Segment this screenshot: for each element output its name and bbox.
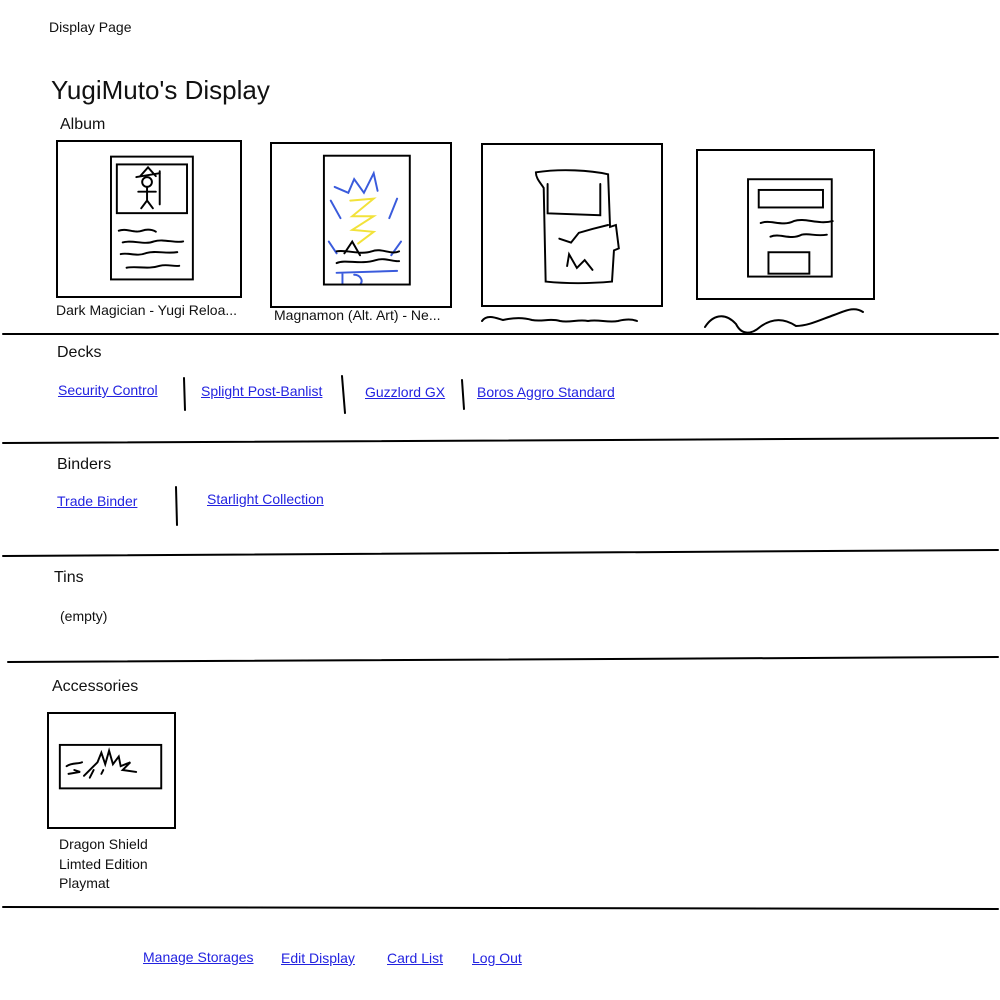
deck-link-security-control[interactable]: Security Control xyxy=(58,382,158,398)
binder-link-trade-binder[interactable]: Trade Binder xyxy=(57,493,137,509)
playmat-sketch-icon xyxy=(58,743,163,790)
link-separator xyxy=(175,486,178,526)
caption-scribble xyxy=(481,316,638,323)
album-card-thumbnail[interactable] xyxy=(481,143,663,307)
album-heading: Album xyxy=(60,116,106,133)
section-divider xyxy=(7,656,999,663)
manage-storages-link[interactable]: Manage Storages xyxy=(143,949,254,965)
link-separator xyxy=(183,377,186,411)
album-caption: Dark Magician - Yugi Reloa... xyxy=(56,302,238,318)
section-divider xyxy=(2,549,999,557)
page-title: YugiMuto's Display xyxy=(51,75,270,105)
tins-empty-text: (empty) xyxy=(60,608,108,624)
accessory-thumbnail[interactable] xyxy=(47,712,176,829)
section-divider xyxy=(2,906,999,910)
decks-heading: Decks xyxy=(57,344,102,361)
tins-heading: Tins xyxy=(54,569,84,586)
card-sketch-icon xyxy=(322,154,411,286)
accessory-caption-line: Limted Edition xyxy=(59,856,148,872)
accessories-heading: Accessories xyxy=(52,678,139,695)
album-caption: Magnamon (Alt. Art) - Ne... xyxy=(274,307,441,323)
binders-heading: Binders xyxy=(57,456,112,473)
section-divider xyxy=(2,437,999,444)
card-list-link[interactable]: Card List xyxy=(387,950,443,966)
album-card-thumbnail[interactable] xyxy=(270,142,452,308)
link-separator xyxy=(341,375,346,414)
edit-display-link[interactable]: Edit Display xyxy=(281,950,355,966)
accessory-caption-line: Playmat xyxy=(59,875,110,891)
card-sketch-icon xyxy=(747,178,834,278)
deck-link-boros-aggro-standard[interactable]: Boros Aggro Standard xyxy=(477,384,615,400)
album-card-thumbnail[interactable] xyxy=(696,149,875,300)
log-out-link[interactable]: Log Out xyxy=(472,950,522,966)
link-separator xyxy=(461,379,465,410)
deck-link-splight-post-banlist[interactable]: Splight Post-Banlist xyxy=(201,383,322,399)
card-sketch-icon xyxy=(534,169,620,285)
caption-scribble xyxy=(704,308,864,334)
binder-link-starlight-collection[interactable]: Starlight Collection xyxy=(207,491,324,507)
deck-link-guzzlord-gx[interactable]: Guzzlord GX xyxy=(365,384,445,400)
accessory-caption-line: Dragon Shield xyxy=(59,836,148,852)
card-sketch-icon xyxy=(110,155,194,281)
page-label: Display Page xyxy=(49,19,132,35)
album-card-thumbnail[interactable] xyxy=(56,140,242,298)
